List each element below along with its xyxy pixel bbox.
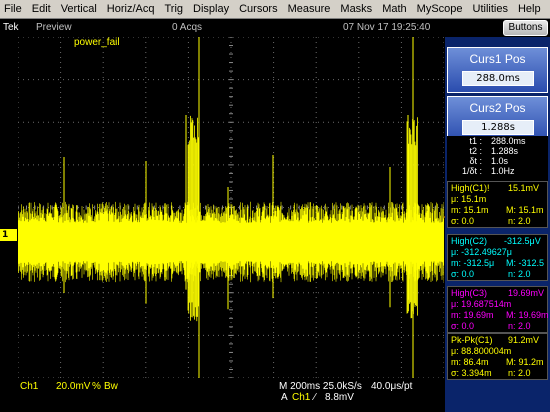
channel-1-ground-marker-icon[interactable]: 1 (0, 229, 17, 241)
readout-row: δt : 1.0s (447, 156, 548, 166)
readout-key: t2 : (469, 146, 482, 156)
menu-math[interactable]: Math (377, 0, 411, 19)
menu-help[interactable]: Help (513, 0, 546, 19)
measurement-title: Pk-Pk(C1) (451, 335, 493, 345)
trigger-a-label: A (281, 392, 288, 403)
menu-masks[interactable]: Masks (335, 0, 377, 19)
readout-value: 1.0Hz (491, 166, 515, 176)
measurement-min: m: 86.4m (451, 357, 489, 367)
measurement-count: n: 2.0 (508, 269, 531, 279)
waveform-trace (18, 201, 444, 283)
measurement-pkpk-c1[interactable]: Pk-Pk(C1) 91.2mV μ: 88.800004m m: 86.4m … (447, 333, 548, 380)
readout-value: 288.0ms (491, 136, 526, 146)
measurement-count: n: 2.0 (508, 216, 531, 226)
cursor-time-readout: t1 : 288.0ms t2 : 1.288s δt : 1.0s 1/δt … (447, 136, 548, 182)
acquisition-count: 0 Acqs (172, 22, 203, 33)
channel-label: power_fail (74, 37, 120, 48)
mode-label: Preview (36, 22, 72, 33)
measurement-title: High(C1)! (451, 183, 490, 193)
measurement-count: n: 2.0 (508, 321, 531, 331)
measurement-value: -312.5μV (504, 236, 541, 246)
menu-cursors[interactable]: Cursors (234, 0, 283, 19)
measurement-value: 19.69mV (508, 288, 545, 298)
cursor1-title: Curs1 Pos (469, 52, 526, 66)
readout-row: t2 : 1.288s (447, 146, 548, 156)
menu-trig[interactable]: Trig (159, 0, 188, 19)
menu-display[interactable]: Display (188, 0, 234, 19)
measurement-stddev: σ: 0.0 (451, 216, 475, 226)
measurement-mean: μ: 15.1m (451, 194, 487, 204)
buttons-toggle-button[interactable]: Buttons (503, 20, 548, 36)
menu-myscope[interactable]: MyScope (412, 0, 468, 19)
resolution-readout[interactable]: 40.0μs/pt (371, 381, 412, 392)
menu-vertical[interactable]: Vertical (56, 0, 102, 19)
menu-file[interactable]: File (0, 0, 27, 19)
channel-readout[interactable]: Ch1 (20, 381, 38, 392)
menu-measure[interactable]: Measure (283, 0, 336, 19)
readout-key: 1/δt : (461, 166, 482, 176)
graticule-svg (18, 37, 444, 378)
status-bar: Tek Preview 0 Acqs 07 Nov 17 19:25:40 (0, 20, 550, 36)
menu-bar: File Edit Vertical Horiz/Acq Trig Displa… (0, 0, 550, 19)
bandwidth-symbol: % (92, 381, 101, 392)
measurement-value: 15.1mV (508, 183, 540, 193)
measurement-stddev: σ: 0.0 (451, 321, 475, 331)
measurement-max: M: -312.5 (506, 258, 545, 268)
measurement-high-c3[interactable]: High(C3) 19.69mV μ: 19.687514m m: 19.69m… (447, 286, 549, 333)
menu-edit[interactable]: Edit (27, 0, 56, 19)
vertical-scale-readout[interactable]: 20.0mV (56, 381, 90, 392)
measurement-max: M: 15.1m (506, 205, 544, 215)
cursor2-position-field[interactable]: 1.288s (462, 120, 534, 135)
measurement-min: m: 19.69m (451, 310, 494, 320)
measurement-title: High(C2) (451, 236, 488, 246)
readout-value: 1.288s (491, 146, 519, 156)
readout-key: δt : (469, 156, 482, 166)
trigger-level-readout[interactable]: 8.8mV (325, 392, 354, 403)
waveform-display[interactable] (18, 37, 444, 378)
measurement-mean: μ: 19.687514m (451, 299, 512, 309)
date-time: 07 Nov 17 19:25:40 (343, 22, 431, 33)
measurement-high-c2[interactable]: High(C2) -312.5μV μ: -312.49627μ m: -312… (447, 234, 548, 281)
menu-utilities[interactable]: Utilities (468, 0, 513, 19)
readout-value: 1.0s (491, 156, 509, 166)
bandwidth-label: Bw (104, 381, 118, 392)
readout-row: t1 : 288.0ms (447, 136, 548, 146)
measurement-min: m: 15.1m (451, 205, 489, 215)
cursor1-position-control[interactable]: Curs1 Pos 288.0ms (447, 47, 548, 93)
measurement-mean: μ: 88.800004m (451, 346, 512, 356)
measurement-count: n: 2.0 (508, 368, 531, 378)
measurement-stddev: σ: 3.394m (451, 368, 492, 378)
cursor1-position-field[interactable]: 288.0ms (462, 71, 534, 86)
measurement-high-c1[interactable]: High(C1)! 15.1mV μ: 15.1m m: 15.1m M: 15… (447, 181, 548, 228)
cursor2-title: Curs2 Pos (469, 101, 526, 115)
menu-horiz-acq[interactable]: Horiz/Acq (102, 0, 160, 19)
control-panel: Curs1 Pos 288.0ms Curs2 Pos 1.288s t1 : … (445, 37, 550, 412)
readout-key: t1 : (469, 136, 482, 146)
channel-marker-strip (0, 37, 18, 378)
measurement-stddev: σ: 0.0 (451, 269, 475, 279)
bottom-readouts: Ch1 20.0mV % Bw M 200ms 25.0kS/s 40.0μs/… (0, 378, 444, 412)
measurement-mean: μ: -312.49627μ (451, 247, 512, 257)
measurement-value: 91.2mV (508, 335, 540, 345)
trigger-slope-icon: ∕ (314, 392, 316, 403)
measurement-title: High(C3) (451, 288, 488, 298)
trigger-source-readout[interactable]: Ch1 (292, 392, 310, 403)
timebase-readout[interactable]: M 200ms 25.0kS/s (279, 381, 362, 392)
brand-label: Tek (3, 22, 19, 33)
measurement-min: m: -312.5μ (451, 258, 495, 268)
measurement-max: M: 19.69m (506, 310, 549, 320)
measurement-max: M: 91.2m (506, 357, 544, 367)
readout-row: 1/δt : 1.0Hz (447, 166, 548, 176)
